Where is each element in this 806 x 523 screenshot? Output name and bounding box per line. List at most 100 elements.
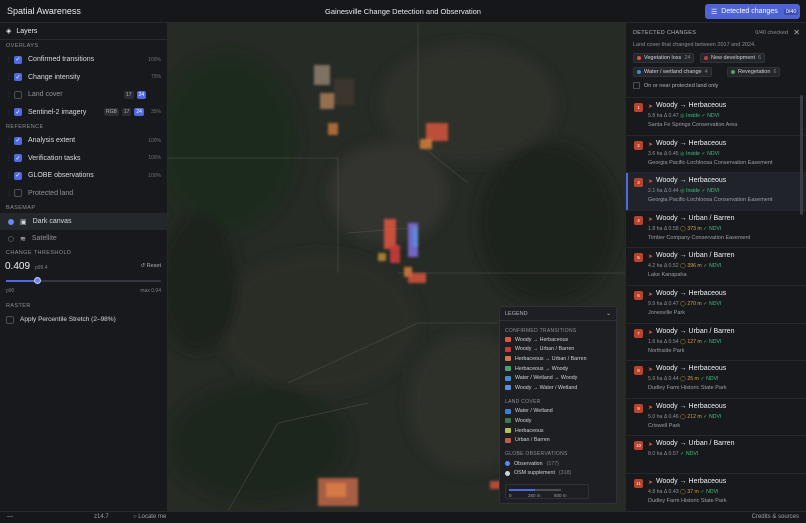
- reset-button[interactable]: ↺ Reset: [140, 263, 161, 269]
- filter-pill[interactable]: Vegetation loss 24: [633, 53, 695, 63]
- year-chip-2024[interactable]: 24: [134, 108, 144, 117]
- threshold-slider-handle[interactable]: [33, 277, 41, 284]
- legend-item: Urban / Barren: [500, 435, 616, 445]
- legend-label: OSM supplement: [514, 470, 555, 477]
- legend-label: Herbaceous → Woody: [515, 365, 569, 372]
- credits-link[interactable]: Credits & sources: [752, 514, 799, 520]
- change-number: 3: [634, 178, 643, 188]
- page-title: Gainesville Change Detection and Observa…: [325, 7, 481, 16]
- change-card[interactable]: 7 ➤ Woody → Urban / Barren 1.6 ha Δ 0.54 ◯ …: [626, 322, 806, 361]
- change-place: Santa Fe Springs Conservation Area: [648, 122, 738, 128]
- drag-handle-icon[interactable]: ⋮⋮: [6, 190, 18, 197]
- ndvi-label: NDVI: [707, 188, 720, 195]
- drag-handle-icon[interactable]: ⋮⋮: [6, 109, 18, 116]
- stretch-checkbox[interactable]: [6, 315, 14, 324]
- legend-swatch: [505, 366, 511, 372]
- legend-label: Water / Wetland → Woody: [515, 375, 578, 382]
- protected-checkbox[interactable]: [633, 82, 640, 89]
- legend-landcover-label: LAND COVER: [505, 399, 541, 406]
- drag-handle-icon[interactable]: ⋮⋮: [6, 172, 18, 179]
- change-meta: 9.9 ha Δ 0.47 ◯ 270 m ✓ NDVI: [648, 301, 721, 307]
- change-flag-icon: ➤: [648, 442, 654, 449]
- change-card[interactable]: 5 ➤ Woody → Urban / Barren 4.2 ha Δ 0.52 ◯ …: [626, 247, 806, 285]
- change-flag-icon: ➤: [648, 292, 654, 298]
- change-card[interactable]: 4 ➤ Woody → Urban / Barren 1.8 ha Δ 0.58 ◯ …: [626, 209, 806, 248]
- filter-pill[interactable]: New development 6: [700, 53, 766, 63]
- layer-checkbox[interactable]: ✓: [14, 108, 22, 117]
- legend-label: Herbaceous: [515, 427, 544, 434]
- drag-handle-icon[interactable]: ⋮⋮: [6, 155, 18, 162]
- layer-checkbox[interactable]: ✓: [14, 73, 22, 82]
- protected-land-toggle[interactable]: On or near protected land only: [633, 82, 718, 89]
- change-card[interactable]: 8 ➤ Woody → Herbaceous 5.9 ha Δ 0.44 ◯ 25 m…: [626, 360, 806, 398]
- reset-label: Reset: [146, 263, 161, 269]
- ndvi-label: NDVI: [706, 489, 719, 495]
- drag-handle-icon[interactable]: ⋮⋮: [6, 56, 18, 63]
- ndvi-badge: ✓ NDVI: [703, 263, 721, 269]
- layer-checkbox[interactable]: ✓: [14, 55, 22, 64]
- layer-checkbox[interactable]: ✓: [14, 171, 22, 180]
- year-chip-2024[interactable]: 24: [136, 90, 147, 99]
- legend-globe-label: GLOBE OBSERVATIONS: [505, 451, 568, 458]
- change-flag-icon: ➤: [648, 179, 654, 186]
- layer-row-overlay-2[interactable]: ⋮⋮ Land cover 17 24: [0, 86, 167, 104]
- layer-row-reference-0[interactable]: ⋮⋮ ✓ Analysis extent 100%: [0, 132, 167, 150]
- change-card[interactable]: 9 ➤ Woody → Herbaceous 5.0 ha Δ 0.46 ◯ 212 …: [626, 397, 806, 436]
- change-card[interactable]: 2 ➤ Woody → Herbaceous 3.6 ha Δ 0.45 ◎ Insi…: [626, 134, 806, 173]
- drag-handle-icon[interactable]: ⋮⋮: [6, 91, 18, 98]
- percentile-stretch-toggle[interactable]: Apply Percentile Stretch (2–98%): [0, 311, 167, 328]
- layer-row-reference-1[interactable]: ⋮⋮ ✓ Verification tasks 100%: [0, 150, 167, 168]
- distance-value: 37 m: [687, 489, 699, 495]
- layers-panel: ◈ Layers OVERLAYS ⋮⋮ ✓ Confirmed transitio…: [0, 23, 168, 511]
- basemap-option-0[interactable]: ▣ Dark canvas: [0, 213, 167, 230]
- layer-row-reference-2[interactable]: ⋮⋮ ✓ GLOBE observations 100%: [0, 167, 167, 185]
- basemap-radio[interactable]: [8, 218, 14, 225]
- filter-label: Vegetation loss: [644, 55, 682, 61]
- change-card[interactable]: 11 ➤ Woody → Herbaceous 4.8 ha Δ 0.43 ◯ 37 …: [626, 473, 806, 511]
- change-card[interactable]: 6 ➤ Woody → Herbaceous 9.9 ha Δ 0.47 ◯ 270 …: [626, 285, 806, 323]
- protected-status-label: Inside: [686, 150, 700, 157]
- threshold-percentile: p99.4: [35, 265, 48, 271]
- changes-subtitle: Land cover that changed between 2017 and…: [633, 42, 756, 48]
- locate-me-button[interactable]: ○ Locate me: [133, 514, 166, 520]
- change-card[interactable]: 3 ➤ Woody → Herbaceous 2.1 ha Δ 0.44 ◎ Insi…: [626, 172, 806, 210]
- ndvi-label: NDVI: [708, 225, 722, 232]
- legend-item: OSM supplement (318): [500, 469, 616, 479]
- basemap-option-1[interactable]: ≋ Satellite: [0, 230, 167, 247]
- basemap-section-label: BASEMAP: [6, 204, 36, 211]
- close-icon[interactable]: ✕: [793, 28, 800, 37]
- scale-zero: 0: [509, 493, 512, 498]
- year-chip-2017[interactable]: 17: [121, 108, 132, 117]
- rgb-chip[interactable]: RGB: [104, 108, 119, 117]
- change-card[interactable]: 10 ➤ Woody → Urban / Barren 8.0 ha Δ 0.57 ✓…: [626, 435, 806, 473]
- change-delta: Δ 0.44: [663, 188, 679, 195]
- drag-handle-icon[interactable]: ⋮⋮: [6, 137, 18, 144]
- year-chip-2017[interactable]: 17: [124, 90, 134, 99]
- layer-row-reference-3[interactable]: ⋮⋮ Protected land: [0, 185, 167, 203]
- layer-checkbox[interactable]: ✓: [14, 154, 22, 163]
- layer-row-overlay-0[interactable]: ⋮⋮ ✓ Confirmed transitions 100%: [0, 51, 167, 69]
- detected-changes-button[interactable]: ☰ Detected changes 0/40: [705, 4, 800, 19]
- legend-header[interactable]: LEGEND ⌄: [500, 307, 616, 321]
- changes-scrollbar[interactable]: [800, 95, 803, 215]
- drag-handle-icon[interactable]: ⋮⋮: [6, 74, 18, 81]
- distance-value: 127 m: [687, 338, 702, 345]
- basemap-radio[interactable]: [8, 235, 14, 242]
- layers-header[interactable]: ◈ Layers: [0, 23, 167, 40]
- filter-pill[interactable]: Revegetation 6: [727, 67, 781, 77]
- layer-checkbox[interactable]: [14, 90, 22, 99]
- legend-item: Water / Wetland: [500, 407, 616, 417]
- change-card[interactable]: 1 ➤ Woody → Herbaceous 5.8 ha Δ 0.47 ◎ Insi…: [626, 97, 806, 135]
- map-canvas[interactable]: LEGEND ⌄ CONFIRMED TRANSITIONS Woody → H…: [168, 23, 625, 511]
- filter-pill[interactable]: Water / wetland change 4: [633, 67, 712, 77]
- distance: ◯ 25 m: [680, 376, 699, 382]
- legend-label: Observation: [514, 460, 543, 467]
- status-left: —: [7, 514, 13, 520]
- layer-checkbox[interactable]: [14, 189, 22, 198]
- layer-checkbox[interactable]: ✓: [14, 136, 22, 145]
- filter-label: Revegetation: [738, 69, 771, 75]
- change-flag-icon: ➤: [648, 254, 654, 261]
- layer-row-overlay-3[interactable]: ⋮⋮ ✓ Sentinel-2 imagery RGB 17 24 35%: [0, 104, 167, 122]
- change-flag-icon: ➤: [648, 480, 654, 486]
- layer-row-overlay-1[interactable]: ⋮⋮ ✓ Change intensity 75%: [0, 69, 167, 87]
